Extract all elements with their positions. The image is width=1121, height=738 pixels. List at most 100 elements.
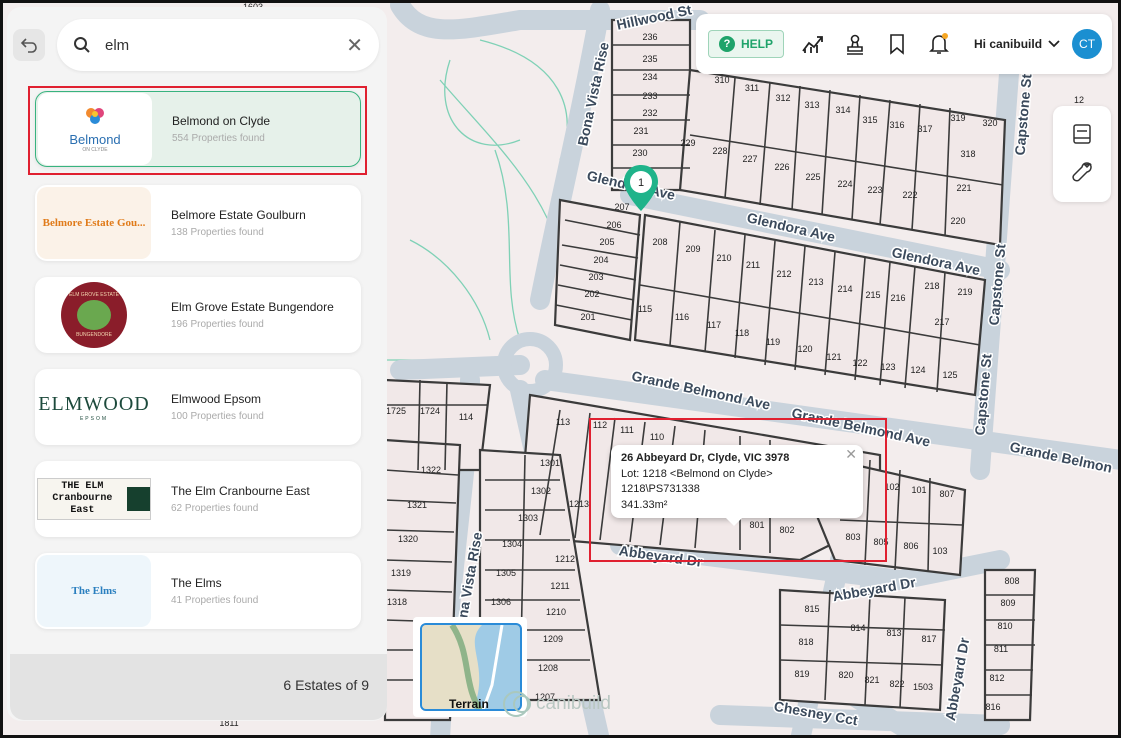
lot-number-label[interactable]: 320 xyxy=(982,118,997,128)
lot-number-label[interactable]: 234 xyxy=(642,72,657,82)
lot-number-label[interactable]: 117 xyxy=(707,320,721,330)
lot-number-label[interactable]: 1320 xyxy=(398,534,418,544)
lot-number-label[interactable]: 812 xyxy=(989,673,1004,683)
lot-number-label[interactable]: 227 xyxy=(742,154,757,164)
lot-number-label[interactable]: 209 xyxy=(685,244,700,254)
help-button[interactable]: ? HELP xyxy=(708,30,785,58)
lot-number-label[interactable]: 223 xyxy=(867,185,882,195)
lot-number-label[interactable]: 208 xyxy=(652,237,667,247)
lot-number-label[interactable]: 1319 xyxy=(391,568,411,578)
lot-number-label[interactable]: 201 xyxy=(580,312,595,322)
clear-search-icon[interactable]: ✕ xyxy=(346,33,363,58)
lot-number-label[interactable]: 221 xyxy=(956,183,971,193)
lot-number-label[interactable]: 1724 xyxy=(420,406,440,416)
lot-number-label[interactable]: 807 xyxy=(939,489,954,499)
lot-number-label[interactable]: 1305 xyxy=(496,568,516,578)
lot-number-label[interactable]: 121 xyxy=(826,352,841,362)
lot-number-label[interactable]: 124 xyxy=(910,365,925,375)
lot-number-label[interactable]: 233 xyxy=(642,91,657,101)
lot-number-label[interactable]: 216 xyxy=(890,293,905,303)
lot-number-label[interactable]: 219 xyxy=(957,287,972,297)
lot-number-label[interactable]: 235 xyxy=(642,54,657,64)
lot-number-label[interactable]: 213 xyxy=(808,277,823,287)
lot-number-label[interactable]: 1304 xyxy=(502,539,522,549)
lot-number-label[interactable]: 815 xyxy=(804,604,819,614)
search-bar[interactable]: elm ✕ xyxy=(57,19,379,71)
lot-number-label[interactable]: 212 xyxy=(776,269,791,279)
analytics-icon[interactable] xyxy=(800,31,826,57)
lot-number-label[interactable]: 125 xyxy=(942,370,957,380)
lot-number-label[interactable]: 316 xyxy=(889,120,904,130)
lot-number-label[interactable]: 317 xyxy=(917,124,932,134)
lot-number-label[interactable]: 122 xyxy=(852,358,867,368)
lot-number-label[interactable]: 119 xyxy=(766,337,780,347)
lot-number-label[interactable]: 214 xyxy=(837,284,852,294)
lot-number-label[interactable]: 313 xyxy=(804,100,819,110)
lot-number-label[interactable]: 1301 xyxy=(540,458,560,468)
lot-number-label[interactable]: 808 xyxy=(1004,576,1019,586)
lot-number-label[interactable]: 1321 xyxy=(407,500,427,510)
lot-number-label[interactable]: 226 xyxy=(774,162,789,172)
lot-number-label[interactable]: 202 xyxy=(584,289,599,299)
lot-number-label[interactable]: 120 xyxy=(797,344,812,354)
lot-number-label[interactable]: 811 xyxy=(994,644,1008,654)
search-input[interactable]: elm xyxy=(105,37,346,54)
lot-number-label[interactable]: 318 xyxy=(960,149,975,159)
lot-number-label[interactable]: 1209 xyxy=(543,634,563,644)
lot-number-label[interactable]: 101 xyxy=(911,485,926,495)
lot-number-label[interactable]: 230 xyxy=(632,148,647,158)
map-pin[interactable]: 1 xyxy=(622,163,660,215)
lot-number-label[interactable]: 809 xyxy=(1000,598,1015,608)
lot-number-label[interactable]: 204 xyxy=(593,255,608,265)
lot-number-label[interactable]: 118 xyxy=(735,328,749,338)
lot-number-label[interactable]: 1318 xyxy=(387,597,407,607)
bookmark-icon[interactable] xyxy=(884,31,910,57)
lot-number-label[interactable]: 319 xyxy=(950,113,965,123)
back-button[interactable] xyxy=(13,29,45,61)
lot-number-label[interactable]: 810 xyxy=(997,621,1012,631)
stamp-icon[interactable] xyxy=(842,31,868,57)
lot-number-label[interactable]: 236 xyxy=(642,32,657,42)
lot-number-label[interactable]: 1503 xyxy=(913,682,933,692)
lot-number-label[interactable]: 210 xyxy=(716,253,731,263)
lot-number-label[interactable]: 315 xyxy=(862,115,877,125)
lot-number-label[interactable]: 203 xyxy=(588,272,603,282)
lot-number-label[interactable]: 1302 xyxy=(531,486,551,496)
lot-number-label[interactable]: 228 xyxy=(712,146,727,156)
lot-number-label[interactable]: 806 xyxy=(903,541,918,551)
lot-number-label[interactable]: 115 xyxy=(638,304,652,314)
lot-number-label[interactable]: 103 xyxy=(932,546,947,556)
lot-number-label[interactable]: 217 xyxy=(934,317,949,327)
lot-number-label[interactable]: 116 xyxy=(675,312,689,322)
lot-number-label[interactable]: 819 xyxy=(794,669,809,679)
lot-number-label[interactable]: 218 xyxy=(924,281,939,291)
result-card-the-elm[interactable]: THE ELM Cranbourne East The Elm Cranbour… xyxy=(35,461,361,537)
lot-number-label[interactable]: 224 xyxy=(837,179,852,189)
lot-number-label[interactable]: 820 xyxy=(838,670,853,680)
lot-number-label[interactable]: 231 xyxy=(633,126,648,136)
book-icon[interactable] xyxy=(1070,122,1094,151)
lot-number-label[interactable]: 817 xyxy=(921,634,936,644)
result-card-elmwood[interactable]: ELMWOOD EPSOM Elmwood Epsom 100 Properti… xyxy=(35,369,361,445)
lot-number-label[interactable]: 123 xyxy=(880,362,895,372)
lot-number-label[interactable]: 312 xyxy=(775,93,790,103)
lot-number-label[interactable]: 114 xyxy=(459,412,473,422)
lot-number-label[interactable]: 314 xyxy=(835,105,850,115)
lot-number-label[interactable]: 1210 xyxy=(546,607,566,617)
avatar[interactable]: CT xyxy=(1072,29,1103,59)
wrench-icon[interactable] xyxy=(1070,160,1094,189)
lot-number-label[interactable]: 1211 xyxy=(550,581,569,591)
notification-bell-icon[interactable] xyxy=(926,31,952,57)
lot-number-label[interactable]: 225 xyxy=(805,172,820,182)
lot-number-label[interactable]: 821 xyxy=(864,675,879,685)
lot-number-label[interactable]: 818 xyxy=(798,637,813,647)
lot-number-label[interactable]: 206 xyxy=(606,220,621,230)
lot-number-label[interactable]: 222 xyxy=(902,190,917,200)
lot-number-label[interactable]: 113 xyxy=(556,417,570,427)
lot-number-label[interactable]: 1213 xyxy=(569,499,589,509)
chevron-down-icon[interactable] xyxy=(1048,37,1060,51)
lot-number-label[interactable]: 311 xyxy=(745,83,759,93)
result-card-elm-grove[interactable]: ELM GROVE ESTATE BUNGENDORE Elm Grove Es… xyxy=(35,277,361,353)
lot-number-label[interactable]: 12 xyxy=(1074,95,1084,105)
result-card-belmore[interactable]: Belmore Estate Gou... Belmore Estate Gou… xyxy=(35,185,361,261)
